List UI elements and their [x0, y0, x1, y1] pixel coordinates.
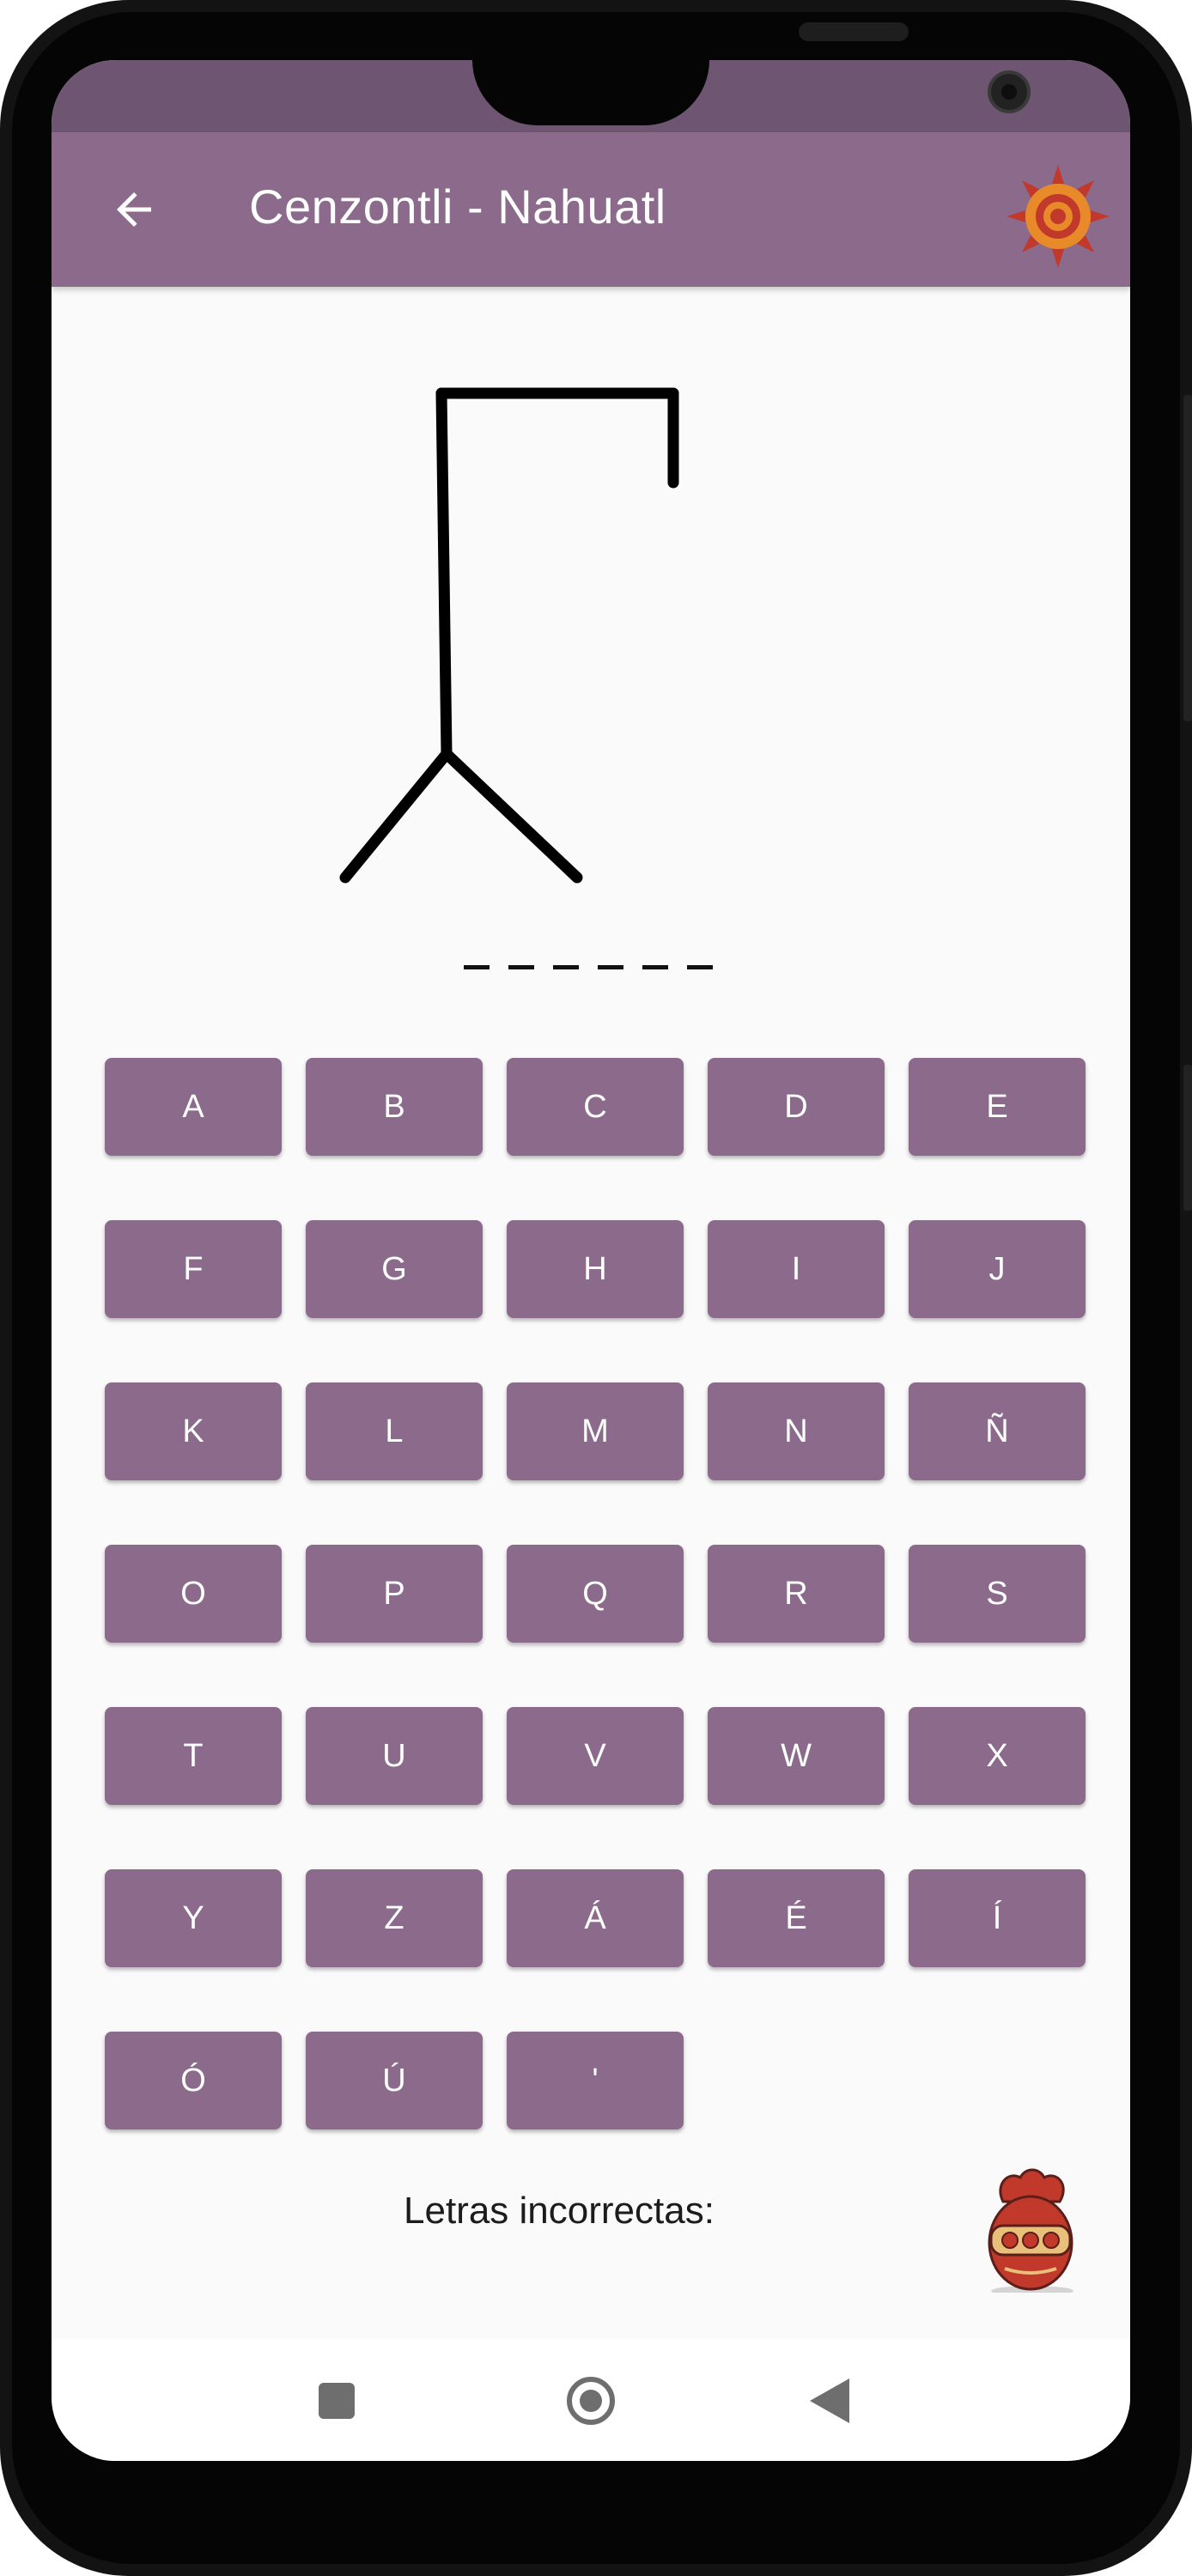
clay-figure-icon[interactable]: [979, 2164, 1082, 2296]
front-camera: [988, 70, 1031, 113]
letter-key[interactable]: E: [909, 1058, 1086, 1156]
earpiece-speaker: [799, 22, 909, 41]
letter-key[interactable]: X: [909, 1707, 1086, 1805]
letter-key[interactable]: A: [105, 1058, 282, 1156]
arrow-left-icon[interactable]: [94, 170, 173, 249]
word-blanks: [464, 965, 807, 986]
letter-blank: [598, 965, 623, 969]
volume-button: [1183, 395, 1192, 721]
gallows-left-leg: [339, 748, 453, 884]
letter-key[interactable]: U: [306, 1707, 483, 1805]
letter-key[interactable]: S: [909, 1545, 1086, 1643]
sun-emblem-icon[interactable]: [1005, 163, 1111, 270]
letter-key[interactable]: L: [306, 1382, 483, 1480]
letter-key[interactable]: Ó: [105, 2032, 282, 2129]
letter-key[interactable]: N: [708, 1382, 885, 1480]
letter-blank: [464, 965, 490, 969]
letter-key[interactable]: Z: [306, 1869, 483, 1967]
letter-key[interactable]: ': [507, 2032, 684, 2129]
letter-key[interactable]: G: [306, 1220, 483, 1318]
letter-key[interactable]: K: [105, 1382, 282, 1480]
square-icon[interactable]: [306, 2370, 368, 2432]
letter-key[interactable]: I: [708, 1220, 885, 1318]
letter-key[interactable]: O: [105, 1545, 282, 1643]
letter-key[interactable]: É: [708, 1869, 885, 1967]
letter-key[interactable]: M: [507, 1382, 684, 1480]
letter-key[interactable]: T: [105, 1707, 282, 1805]
circle-icon[interactable]: [556, 2366, 625, 2435]
system-navigation-bar: [52, 2339, 1130, 2461]
letter-key[interactable]: F: [105, 1220, 282, 1318]
letter-key[interactable]: H: [507, 1220, 684, 1318]
power-button: [1183, 1065, 1192, 1211]
letter-blank: [508, 965, 534, 969]
letter-key[interactable]: W: [708, 1707, 885, 1805]
letter-key[interactable]: B: [306, 1058, 483, 1156]
letter-key[interactable]: Q: [507, 1545, 684, 1643]
app-bar: Cenzontli - Nahuatl: [52, 132, 1130, 287]
letter-key[interactable]: D: [708, 1058, 885, 1156]
screen: Cenzontli - Nahuatl A B C D E F G H I J …: [52, 60, 1130, 2461]
letter-key[interactable]: R: [708, 1545, 885, 1643]
letter-key[interactable]: Y: [105, 1869, 282, 1967]
letter-key[interactable]: Ñ: [909, 1382, 1086, 1480]
letter-blank: [642, 965, 668, 969]
letter-key[interactable]: J: [909, 1220, 1086, 1318]
letter-key[interactable]: C: [507, 1058, 684, 1156]
wrong-letters-label: Letras incorrectas:: [404, 2190, 715, 2233]
letter-blank: [553, 965, 579, 969]
triangle-back-icon[interactable]: [799, 2370, 861, 2432]
letter-key[interactable]: V: [507, 1707, 684, 1805]
wrong-letters-label-text: Letras incorrectas:: [404, 2190, 715, 2232]
page-title: Cenzontli - Nahuatl: [249, 179, 666, 234]
letter-key[interactable]: Í: [909, 1869, 1086, 1967]
phone-frame: Cenzontli - Nahuatl A B C D E F G H I J …: [0, 0, 1192, 2576]
letter-key[interactable]: P: [306, 1545, 483, 1643]
camera-notch: [472, 60, 1031, 125]
letter-blank: [687, 965, 713, 969]
letter-key[interactable]: Á: [507, 1869, 684, 1967]
letter-key[interactable]: Ú: [306, 2032, 483, 2129]
gallows-right-leg: [441, 748, 583, 884]
gallows-post: [435, 387, 453, 760]
hangman-drawing: [339, 387, 679, 884]
